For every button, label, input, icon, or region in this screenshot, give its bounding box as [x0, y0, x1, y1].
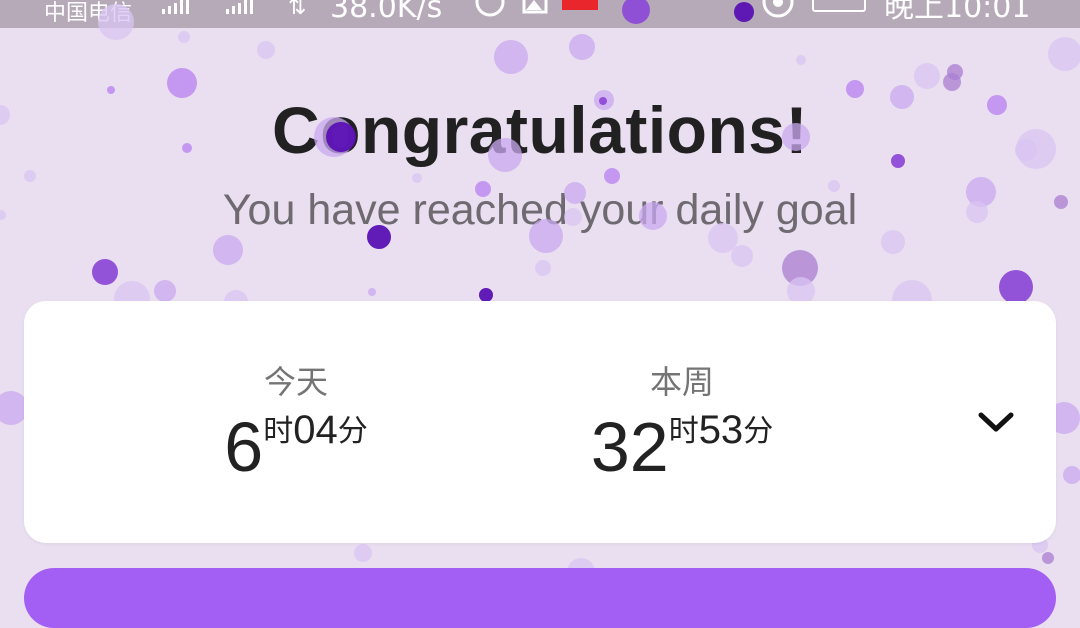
data-transfer-icon: ⇅: [288, 0, 307, 19]
confetti-dot: [213, 235, 243, 265]
today-minutes: 04: [293, 408, 338, 452]
confetti-dot: [1048, 37, 1080, 71]
confetti-dot: [947, 64, 963, 80]
confetti-dot: [479, 288, 493, 302]
week-stat: 本周 32时53分: [572, 357, 792, 487]
confetti-dot: [178, 31, 190, 43]
battery-icon: [812, 0, 866, 12]
carrier-label: 中国电信: [44, 1, 133, 26]
signal-strength-icon-2: [226, 0, 253, 14]
signal-strength-icon: [162, 0, 189, 14]
alarm-icon: [760, 0, 796, 25]
confetti-dot: [943, 73, 961, 91]
goal-reached-subtitle: You have reached your daily goal: [222, 186, 858, 234]
network-speed: 38.0K/s: [330, 0, 443, 25]
confetti-dot: [1042, 552, 1054, 564]
image-icon: [522, 0, 548, 19]
today-minutes-unit: 分: [337, 414, 368, 449]
confetti-dot: [782, 250, 818, 286]
today-label: 今天: [263, 363, 328, 401]
week-hours-unit: 时: [668, 414, 699, 449]
confetti-dot: [24, 170, 36, 182]
confetti-dot: [731, 245, 753, 267]
confetti-dot: [604, 168, 620, 184]
today-stat: 今天 6时04分: [186, 357, 406, 487]
primary-action-button[interactable]: [24, 568, 1056, 628]
week-minutes-unit: 分: [743, 414, 774, 449]
week-minutes: 53: [698, 408, 744, 452]
clock: 晚上10:01: [884, 0, 1031, 25]
confetti-dot: [569, 34, 595, 60]
today-hours: 6: [224, 408, 264, 486]
confetti-dot: [354, 544, 372, 562]
confetti-dot: [914, 63, 940, 89]
notification-flag-icon: [562, 0, 598, 10]
reading-time-card: 今天 6时04分 本周 32时53分: [24, 301, 1056, 543]
today-value: 6时04分: [186, 407, 406, 487]
week-value: 32时53分: [572, 407, 792, 487]
confetti-dot: [368, 288, 376, 296]
status-bar: 中国电信 ⇅ 38.0K/s 晚上10:01: [0, 0, 1080, 28]
confetti-dot: [154, 280, 176, 302]
today-hours-unit: 时: [263, 414, 294, 449]
confetti-dot: [796, 55, 806, 65]
congratulations-title: Congratulations!: [272, 93, 808, 167]
confetti-dot: [412, 173, 422, 183]
confetti-dot: [1063, 466, 1080, 484]
confetti-dot: [999, 270, 1033, 304]
chevron-down-icon: [978, 412, 1014, 432]
sync-icon: [474, 0, 506, 23]
confetti-dot: [257, 41, 275, 59]
expand-stats-button[interactable]: [972, 401, 1020, 445]
week-label: 本周: [649, 363, 714, 401]
week-hours: 32: [590, 408, 669, 486]
confetti-dot: [535, 260, 551, 276]
confetti-dot: [92, 259, 118, 285]
confetti-dot: [494, 40, 528, 74]
